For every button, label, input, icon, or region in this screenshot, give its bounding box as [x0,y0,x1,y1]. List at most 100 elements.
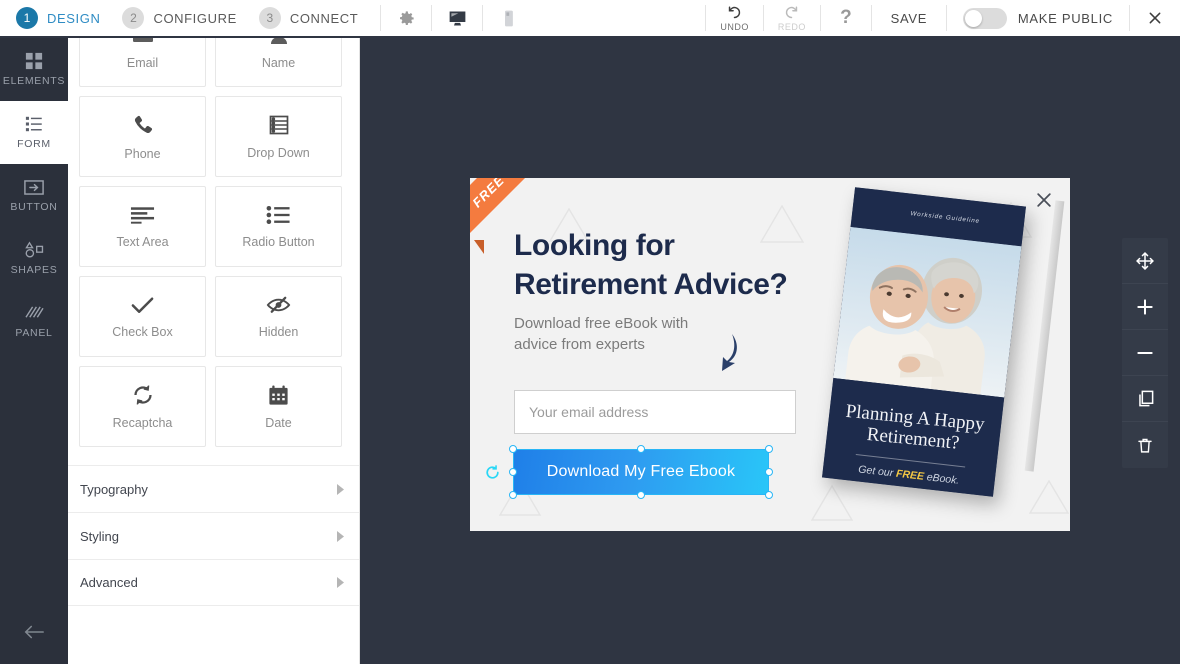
popup-headline[interactable]: Looking for Retirement Advice? [514,226,834,304]
resize-handle-mr[interactable] [765,468,773,476]
element-toolbar [1122,238,1168,468]
resize-handle-ml[interactable] [509,468,517,476]
chevron-right-icon [336,577,345,588]
close-editor-button[interactable] [1130,0,1180,36]
settings-button[interactable] [381,0,431,36]
sidebar-item-elements[interactable]: ELEMENTS [0,38,68,101]
form-list-icon [25,115,43,133]
form-card-radio-button[interactable]: Radio Button [215,186,342,267]
move-tool[interactable] [1122,238,1168,284]
desktop-preview-button[interactable] [432,0,482,36]
accordion-label: Typography [80,481,148,497]
panel-accordions: Typography Styling Advanced [68,465,359,606]
chevron-right-icon [336,483,345,495]
dropdown-list-icon [267,113,291,137]
zoom-out-tool[interactable] [1122,330,1168,376]
make-public-label: MAKE PUBLIC [1017,10,1113,26]
book-subtitle-emphasis: FREE [895,467,925,483]
step-label: DESIGN [47,10,101,26]
undo-button[interactable]: UNDO [706,0,763,36]
shapes-icon [23,241,45,259]
form-card-label: Recaptcha [112,416,173,430]
sidebar-item-label: SHAPES [10,264,58,276]
accordion-advanced[interactable]: Advanced [68,559,359,606]
redo-arrow-icon [783,4,800,21]
back-arrow-icon [23,623,45,641]
delete-tool[interactable] [1122,422,1168,468]
resize-handle-tr[interactable] [765,445,773,453]
form-card-label: Radio Button [242,235,315,249]
phone-icon [130,113,155,138]
form-card-label: Date [265,415,292,430]
form-card-textarea[interactable]: Text Area [79,186,206,267]
sidebar-item-button[interactable]: BUTTON [0,164,68,227]
form-card-recaptcha[interactable]: Recaptcha [79,366,206,447]
form-elements-panel: Email Name Phone Drop Down Text Area Rad… [68,38,360,664]
text-area-icon [130,204,155,226]
make-public-toggle[interactable]: MAKE PUBLIC [947,0,1129,36]
undo-label: UNDO [720,22,749,32]
toggle-switch[interactable] [962,7,1007,29]
desktop-monitor-icon [447,8,468,29]
step-number: 3 [258,7,281,29]
email-input[interactable]: Your email address [514,390,796,434]
resize-handle-bc[interactable] [637,491,645,499]
sidebar-item-form[interactable]: FORM [0,101,68,164]
rotate-handle-icon[interactable] [484,464,501,481]
curved-arrow-icon [702,330,744,374]
accordion-typography[interactable]: Typography [68,465,359,512]
duplicate-tool[interactable] [1122,376,1168,422]
sidebar-item-label: ELEMENTS [2,75,66,87]
accordion-label: Advanced [80,575,138,590]
eye-slash-icon [266,294,291,316]
step-label: CONNECT [289,10,359,26]
redo-button[interactable]: REDO [764,0,820,36]
minus-icon [1135,343,1155,363]
form-card-checkbox[interactable]: Check Box [79,276,206,357]
book-subtitle-post: eBook. [923,470,961,487]
sidebar-item-label: PANEL [15,326,53,339]
move-arrows-icon [1135,251,1155,271]
back-button[interactable] [0,600,68,664]
resize-handle-br[interactable] [765,491,773,499]
resize-handle-tl[interactable] [509,445,517,453]
sidebar-item-panel[interactable]: PANEL [0,290,68,353]
form-card-date[interactable]: Date [215,366,342,447]
step-label: CONFIGURE [153,10,237,26]
save-button[interactable]: SAVE [872,0,946,36]
zoom-in-tool[interactable] [1122,284,1168,330]
sidebar-item-shapes[interactable]: SHAPES [0,227,68,290]
popup-preview[interactable]: FREE Looking for Retirement Advice? Down… [470,178,1070,531]
checkmark-icon [130,294,155,316]
radio-button-icon [266,204,291,226]
sidebar-item-label: BUTTON [10,200,58,213]
step-design[interactable]: 1 DESIGN [16,7,100,29]
accordion-styling[interactable]: Styling [68,512,359,559]
step-connect[interactable]: 3 CONNECT [258,7,359,29]
form-card-label: Text Area [116,235,169,249]
headline-line-2: Retirement Advice? [514,268,788,301]
help-button[interactable]: ? [821,0,871,36]
top-toolbar: 1 DESIGN 2 CONFIGURE 3 CONNECT UNDO REDO… [0,0,1180,38]
cta-download-button[interactable]: Download My Free Ebook [514,450,768,494]
refresh-circle-icon [131,383,155,407]
grid-squares-icon [25,52,43,70]
resize-handle-tc[interactable] [637,445,645,453]
form-card-label: Hidden [258,325,299,339]
form-card-hidden[interactable]: Hidden [215,276,342,357]
book-title: Planning A Happy Retirement? [844,400,986,455]
form-card-label: Check Box [112,325,173,339]
form-card-label: Drop Down [247,146,310,160]
ebook-cover-image[interactable]: Workside Guideline Planning A Happy Reti… [822,186,1065,516]
form-card-name[interactable]: Name [215,38,342,87]
editor-canvas[interactable]: FREE Looking for Retirement Advice? Down… [360,38,1180,664]
form-card-email[interactable]: Email [79,38,206,87]
form-card-dropdown[interactable]: Drop Down [215,96,342,177]
resize-handle-bl[interactable] [509,491,517,499]
popup-subtext[interactable]: Download free eBook with advice from exp… [514,313,719,356]
form-card-phone[interactable]: Phone [79,96,206,177]
mobile-preview-button[interactable] [483,0,533,36]
step-configure[interactable]: 2 CONFIGURE [122,7,236,29]
chevron-right-icon [336,530,345,542]
accordion-label: Styling [80,528,120,544]
